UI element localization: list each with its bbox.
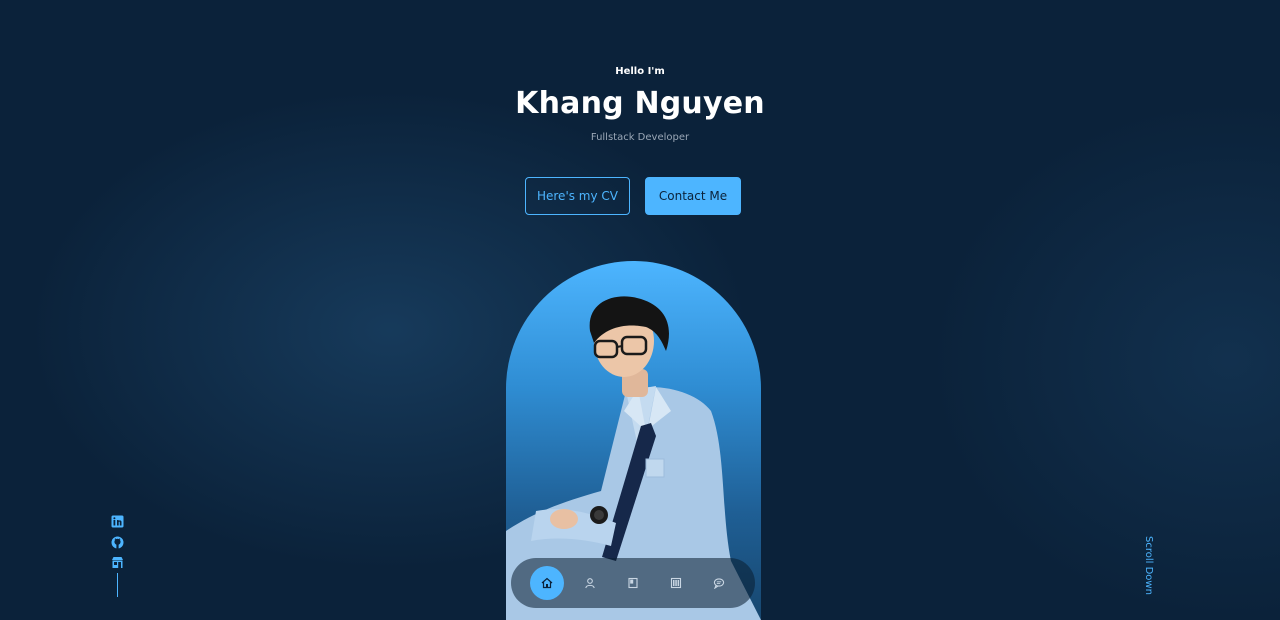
nav-about-button[interactable] bbox=[573, 566, 607, 600]
nav-experience-button[interactable] bbox=[616, 566, 650, 600]
scroll-down-link[interactable]: Scroll Down bbox=[1143, 536, 1154, 595]
user-icon bbox=[585, 578, 595, 589]
message-icon bbox=[713, 578, 725, 589]
github-icon bbox=[111, 536, 124, 549]
store-icon bbox=[112, 557, 123, 568]
nav-portfolio-button[interactable] bbox=[659, 566, 693, 600]
home-icon bbox=[541, 577, 553, 589]
linkedin-icon bbox=[111, 515, 124, 528]
page-title: Khang Nguyen bbox=[515, 86, 765, 121]
github-link[interactable] bbox=[111, 536, 124, 549]
store-link[interactable] bbox=[111, 556, 124, 569]
book-icon bbox=[628, 577, 638, 589]
nav-contact-button[interactable] bbox=[702, 566, 736, 600]
bottom-nav bbox=[511, 558, 755, 608]
social-divider-line bbox=[117, 573, 118, 597]
role-subtitle: Fullstack Developer bbox=[590, 132, 690, 143]
download-cv-button[interactable]: Here's my CV bbox=[525, 177, 630, 215]
nav-home-button[interactable] bbox=[530, 566, 564, 600]
linkedin-link[interactable] bbox=[111, 515, 124, 528]
greeting-text: Hello I'm bbox=[615, 66, 665, 77]
portfolio-icon bbox=[670, 577, 682, 589]
contact-me-button[interactable]: Contact Me bbox=[645, 177, 741, 215]
